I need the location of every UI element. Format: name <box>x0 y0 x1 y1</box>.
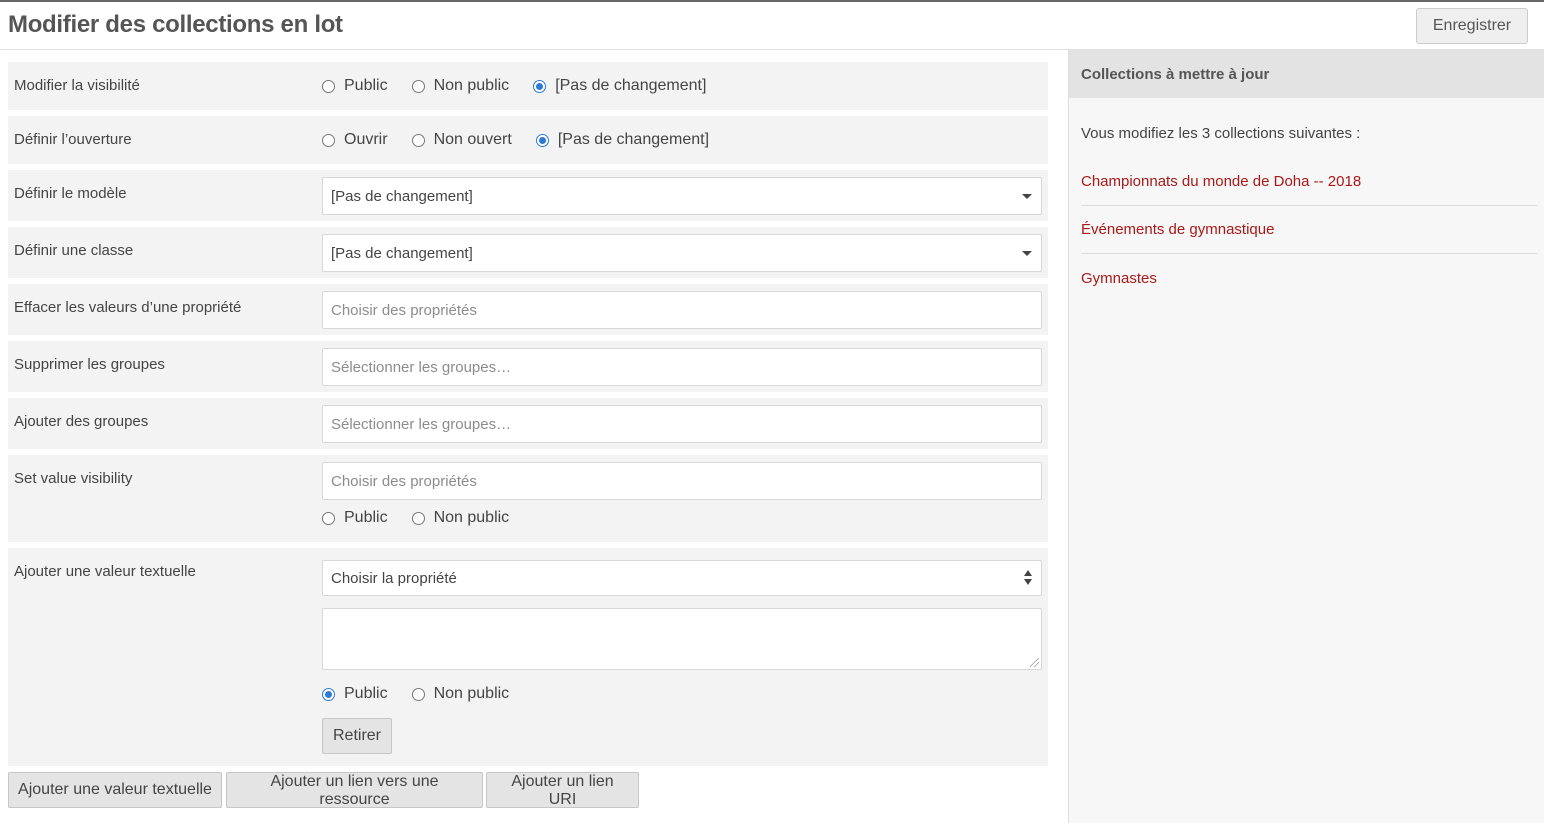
clear-values-input[interactable]: Choisir des propriétés <box>322 291 1042 329</box>
value-visibility-option-public[interactable]: Public <box>322 509 388 527</box>
visibility-option-public[interactable]: Public <box>322 77 388 95</box>
remove-groups-label: Supprimer les groupes <box>14 356 165 373</box>
value-visibility-option-non-public[interactable]: Non public <box>411 509 510 527</box>
caret-down-icon <box>1022 194 1032 199</box>
radio-label: Non public <box>433 685 510 702</box>
radio-non-public[interactable] <box>411 687 425 701</box>
radio-label: Public <box>344 509 388 526</box>
add-text-value-label: Ajouter une valeur textuelle <box>14 563 196 580</box>
radio-label: Non public <box>433 77 510 94</box>
value-visibility-placeholder: Choisir des propriétés <box>331 472 477 490</box>
remove-value-button[interactable]: Retirer <box>322 718 392 754</box>
text-value-textarea[interactable] <box>322 608 1042 670</box>
radio-label: [Pas de changement] <box>557 131 710 148</box>
add-text-value-button[interactable]: Ajouter une valeur textuelle <box>8 772 222 808</box>
radio-non-public[interactable] <box>411 511 425 525</box>
radio-public[interactable] <box>322 79 335 93</box>
collection-link[interactable]: Gymnastes <box>1081 270 1157 287</box>
caret-down-icon <box>1022 251 1032 256</box>
open-option-not-open[interactable]: Non ouvert <box>411 131 512 149</box>
add-uri-link-button[interactable]: Ajouter un lien URI <box>486 772 639 808</box>
open-label: Définir l’ouverture <box>14 131 132 148</box>
collections-sidebar: Collections à mettre à jour Vous modifie… <box>1068 50 1544 823</box>
add-resource-link-button[interactable]: Ajouter un lien vers une ressource <box>226 772 483 808</box>
template-label: Définir le modèle <box>14 185 127 202</box>
radio-public[interactable] <box>322 687 335 701</box>
value-visibility-radio-group: Public Non public <box>322 509 533 527</box>
add-groups-label: Ajouter des groupes <box>14 413 149 430</box>
value-visibility-input[interactable]: Choisir des propriétés <box>322 462 1042 500</box>
resize-grip-icon[interactable] <box>1030 658 1039 667</box>
visibility-label: Modifier la visibilité <box>14 77 140 94</box>
radio-non-public[interactable] <box>411 79 425 93</box>
property-select[interactable]: Choisir la propriété <box>322 560 1042 596</box>
collection-link[interactable]: Championnats du monde de Doha -- 2018 <box>1081 173 1361 190</box>
visibility-option-no-change[interactable]: [Pas de changement] <box>533 77 706 95</box>
radio-public[interactable] <box>322 511 335 525</box>
open-radio-group: Ouvrir Non ouvert [Pas de changement] <box>322 131 733 149</box>
radio-label: Ouvrir <box>344 131 388 148</box>
radio-no-change[interactable] <box>533 79 547 93</box>
radio-label: Public <box>344 685 388 702</box>
visibility-row: Modifier la visibilité Public Non public… <box>8 62 1048 110</box>
page-header: Modifier des collections en lot Enregist… <box>0 2 1544 50</box>
radio-not-open[interactable] <box>411 133 425 147</box>
select-arrows-icon <box>1024 570 1034 586</box>
sidebar-intro: Vous modifiez les 3 collections suivante… <box>1081 125 1361 142</box>
template-row: Définir le modèle [Pas de changement] <box>8 170 1048 221</box>
remove-groups-placeholder: Sélectionner les groupes… <box>331 358 512 376</box>
radio-no-change[interactable] <box>535 133 549 147</box>
remove-groups-input[interactable]: Sélectionner les groupes… <box>322 348 1042 386</box>
class-select-value: [Pas de changement] <box>331 244 473 262</box>
list-item: Gymnastes <box>1081 254 1537 302</box>
sidebar-title: Collections à mettre à jour <box>1069 50 1544 98</box>
open-option-open[interactable]: Ouvrir <box>322 131 388 149</box>
property-select-value: Choisir la propriété <box>331 569 457 587</box>
clear-values-row: Effacer les valeurs d’une propriété Choi… <box>8 284 1048 335</box>
class-select[interactable]: [Pas de changement] <box>322 234 1042 272</box>
template-select-value: [Pas de changement] <box>331 187 473 205</box>
list-item: Événements de gymnastique <box>1081 206 1537 254</box>
open-row: Définir l’ouverture Ouvrir Non ouvert [P… <box>8 116 1048 164</box>
radio-label: Non public <box>433 509 510 526</box>
visibility-option-non-public[interactable]: Non public <box>411 77 510 95</box>
add-text-value-row: Ajouter une valeur textuelle Choisir la … <box>8 548 1048 766</box>
list-item: Championnats du monde de Doha -- 2018 <box>1081 158 1537 206</box>
open-option-no-change[interactable]: [Pas de changement] <box>535 131 710 149</box>
clear-values-label: Effacer les valeurs d’une propriété <box>14 299 242 316</box>
collection-list: Championnats du monde de Doha -- 2018 Év… <box>1081 158 1537 302</box>
text-value-option-non-public[interactable]: Non public <box>411 685 510 703</box>
add-groups-input[interactable]: Sélectionner les groupes… <box>322 405 1042 443</box>
value-visibility-label: Set value visibility <box>14 470 133 487</box>
add-groups-row: Ajouter des groupes Sélectionner les gro… <box>8 398 1048 449</box>
text-value-visibility-radio-group: Public Non public <box>322 685 533 703</box>
class-label: Définir une classe <box>14 242 134 259</box>
radio-open[interactable] <box>322 133 335 147</box>
clear-values-placeholder: Choisir des propriétés <box>331 301 477 319</box>
text-value-option-public[interactable]: Public <box>322 685 388 703</box>
add-groups-placeholder: Sélectionner les groupes… <box>331 415 512 433</box>
collection-link[interactable]: Événements de gymnastique <box>1081 221 1274 238</box>
template-select[interactable]: [Pas de changement] <box>322 177 1042 215</box>
radio-label: Public <box>344 77 388 94</box>
radio-label: Non ouvert <box>433 131 512 148</box>
save-button[interactable]: Enregistrer <box>1416 8 1528 44</box>
page-title: Modifier des collections en lot <box>8 11 343 38</box>
visibility-radio-group: Public Non public [Pas de changement] <box>322 77 730 95</box>
class-row: Définir une classe [Pas de changement] <box>8 227 1048 278</box>
radio-label: [Pas de changement] <box>555 77 707 94</box>
remove-groups-row: Supprimer les groupes Sélectionner les g… <box>8 341 1048 392</box>
value-visibility-row: Set value visibility Choisir des proprié… <box>8 455 1048 542</box>
